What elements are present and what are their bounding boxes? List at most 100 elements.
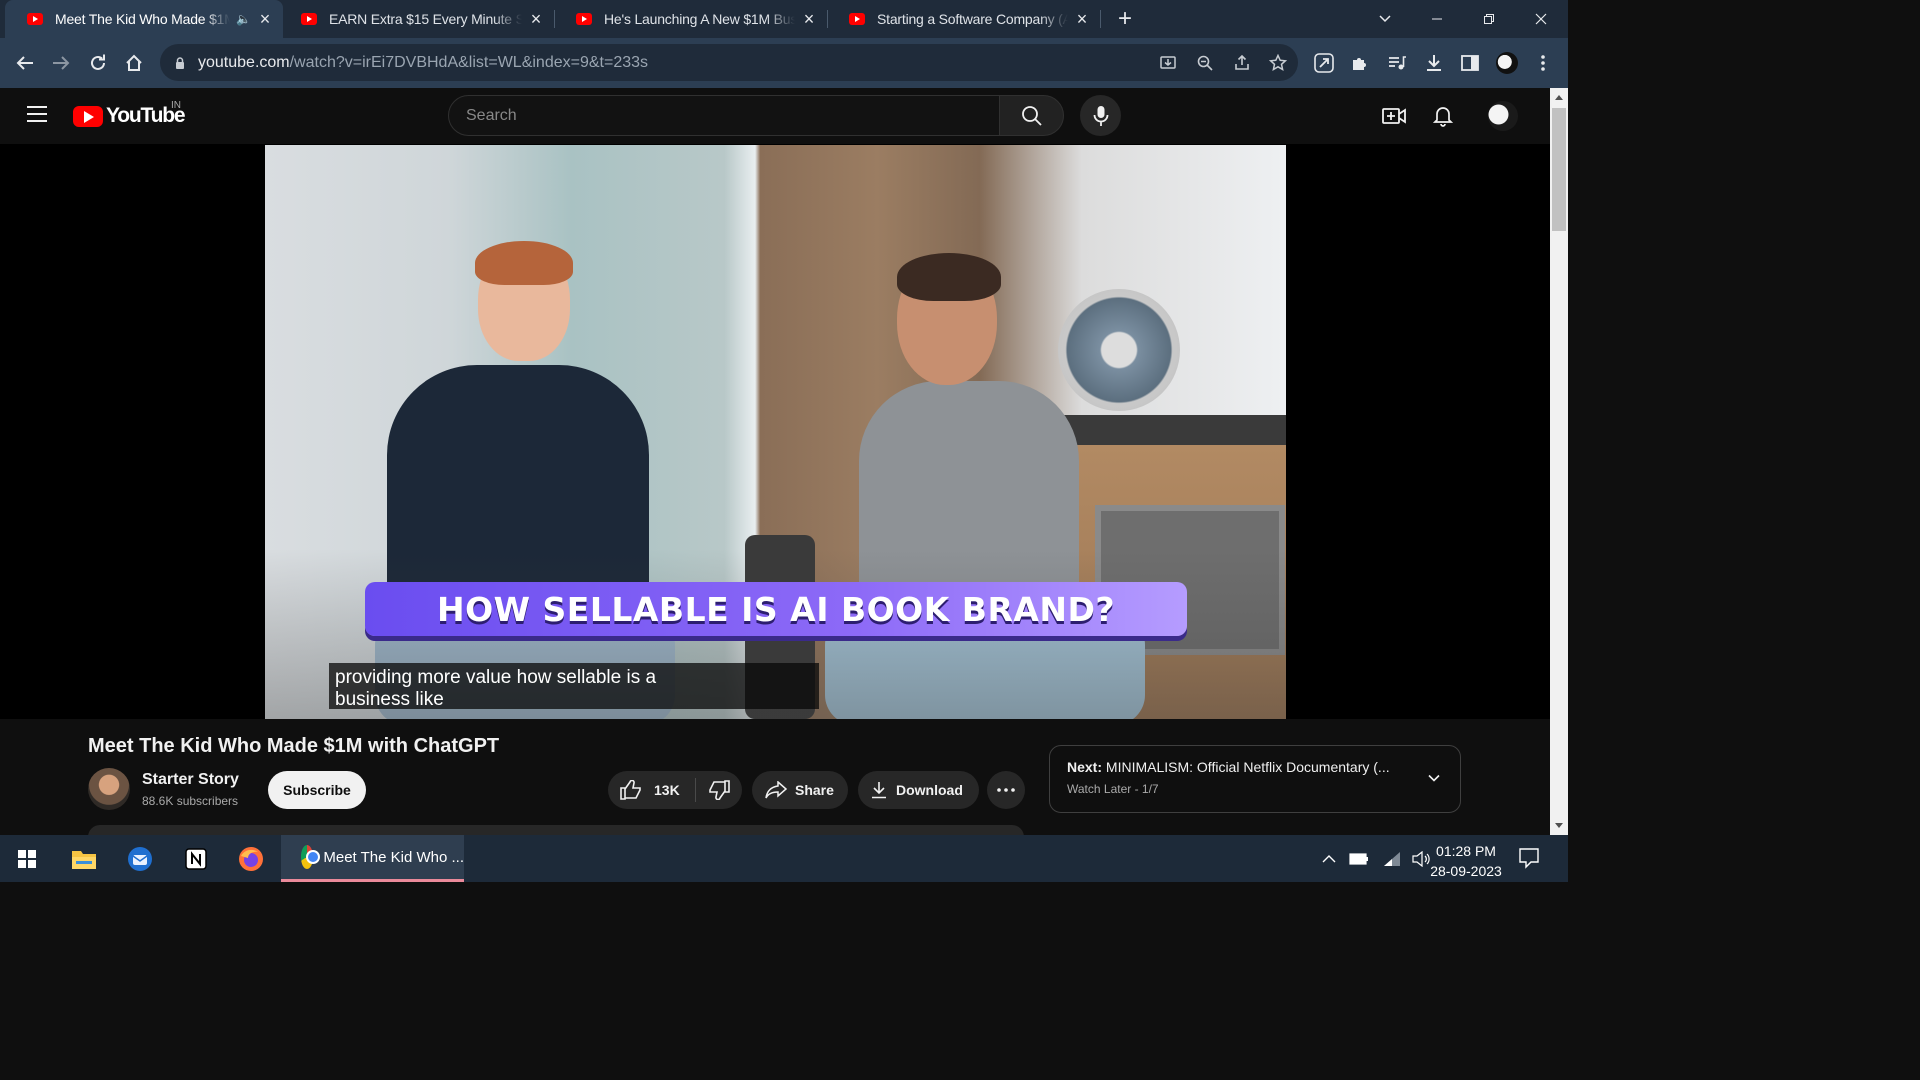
video-title: Meet The Kid Who Made $1M with ChatGPT [88,735,500,757]
browser-toolbar: youtube.com/watch?v=irEi7DVBHdA&list=WL&… [0,38,1568,88]
search-button[interactable] [999,95,1064,136]
media-control-icon[interactable] [1386,52,1408,74]
subscribe-button[interactable]: Subscribe [268,771,366,809]
share-button[interactable]: Share [752,771,848,809]
windows-taskbar: Meet The Kid Who ... 01:28 PM 28-09-2023 [0,835,1568,882]
like-button[interactable]: 13K [608,778,696,802]
url-text[interactable]: youtube.com/watch?v=irEi7DVBHdA&list=WL&… [198,54,648,72]
download-button[interactable]: Download [858,771,979,809]
tab[interactable]: He's Launching A New $1M Business × [554,0,827,38]
notification-icon[interactable] [1518,847,1540,874]
forward-icon[interactable] [45,38,77,88]
star-icon[interactable] [1268,53,1288,73]
country-code: IN [171,100,181,111]
share-icon [765,781,787,799]
mic-icon [1093,105,1108,126]
bell-icon[interactable] [1430,104,1456,128]
tab-search-chevron-icon[interactable] [1370,0,1400,38]
url-path: /watch?v=irEi7DVBHdA&list=WL&index=9&t=2… [289,53,649,71]
chevron-down-icon[interactable] [1428,772,1440,784]
reload-icon[interactable] [82,38,114,88]
audio-icon[interactable]: 🔈 [236,12,251,26]
scroll-up-arrow-icon[interactable] [1555,95,1563,100]
side-panel-icon[interactable] [1459,52,1481,74]
caption-line: business like [335,689,444,710]
address-bar[interactable]: youtube.com/watch?v=irEi7DVBHdA&list=WL&… [160,44,1298,81]
playlist-next-panel[interactable]: Next: MINIMALISM: Official Netflix Docum… [1049,745,1461,813]
install-icon[interactable] [1158,53,1178,73]
chevron-up-icon[interactable] [1322,854,1336,864]
windows-start-icon[interactable] [1,835,53,882]
share-label: Share [795,782,834,798]
puzzle-icon[interactable] [1349,52,1371,74]
like-icon [620,780,641,800]
new-tab-icon[interactable]: + [1110,0,1140,38]
page-scrollbar[interactable] [1550,88,1568,835]
next-video: Next: MINIMALISM: Official Netflix Docum… [1067,759,1460,775]
firefox-icon[interactable] [225,835,277,882]
close-icon[interactable]: × [801,9,817,30]
scroll-down-arrow-icon[interactable] [1555,823,1563,828]
video-title-banner: HOW SELLABLE IS AI BOOK BRAND? [365,582,1187,636]
video-scene-coffee-pods [1058,289,1180,411]
back-icon[interactable] [9,38,41,88]
dislike-button[interactable] [696,780,742,800]
account-avatar[interactable] [1488,101,1518,131]
wifi-icon[interactable] [1383,851,1401,867]
tab-title: EARN Extra $15 Every Minute SEL [329,11,522,27]
extension-icon[interactable] [1313,52,1335,74]
system-clock[interactable]: 01:28 PM 28-09-2023 [1426,841,1506,881]
url-host: youtube.com [198,53,290,71]
youtube-favicon [301,13,317,25]
youtube-favicon [27,13,43,25]
more-icon [997,788,1015,792]
file-explorer-icon[interactable] [58,835,110,882]
video-person-left-hair [475,241,573,285]
browser-menu-icon[interactable] [1532,52,1554,74]
tab-active[interactable]: Meet The Kid Who Made $1M with ChatGPT 🔈… [5,0,283,38]
zoom-icon[interactable] [1195,53,1215,73]
scrollbar-thumb[interactable] [1552,108,1566,231]
voice-search-button[interactable] [1080,95,1121,136]
channel-name[interactable]: Starter Story [142,771,239,789]
notion-icon[interactable] [170,835,222,882]
close-icon[interactable]: × [257,9,273,30]
create-icon[interactable] [1381,104,1407,128]
youtube-play-icon [73,105,103,127]
battery-icon[interactable] [1349,852,1369,866]
video-scene-counter [1055,415,1286,445]
subscriber-count: 88.6K subscribers [142,794,239,808]
download-icon[interactable] [1423,52,1445,74]
lock-icon[interactable] [174,56,186,69]
video-person-right-hair [897,253,1001,301]
next-prefix: Next: [1067,759,1103,775]
playlist-position: Watch Later - 1/7 [1067,782,1159,796]
video-player[interactable]: HOW SELLABLE IS AI BOOK BRAND? providing… [265,145,1286,719]
tab-strip: Meet The Kid Who Made $1M with ChatGPT 🔈… [0,0,1568,38]
close-icon[interactable]: × [1074,9,1090,30]
tab-title: He's Launching A New $1M Business [604,11,795,27]
more-actions-button[interactable] [987,771,1025,809]
restore-icon[interactable] [1474,0,1504,38]
tab[interactable]: EARN Extra $15 Every Minute SEL × [279,0,554,38]
thunderbird-icon[interactable] [114,835,166,882]
taskbar-window-title: Meet The Kid Who ... [323,848,464,866]
channel-avatar[interactable] [88,768,130,810]
youtube-logo[interactable]: YouTube IN [73,100,186,128]
youtube-header: YouTube IN Search [0,88,1550,144]
youtube-favicon [849,13,865,25]
minimize-icon[interactable] [1422,0,1452,38]
search-icon [1021,105,1042,126]
share-page-icon[interactable] [1232,53,1252,73]
search-input[interactable]: Search [448,95,1000,136]
window-close-icon[interactable] [1526,0,1556,38]
tab[interactable]: Starting a Software Company (A × [827,0,1100,38]
next-title: MINIMALISM: Official Netflix Documentary… [1105,759,1390,775]
video-captions: providing more value how sellable is a b… [329,663,819,710]
hamburger-icon[interactable] [26,104,48,124]
video-banner-text: HOW SELLABLE IS AI BOOK BRAND? [436,589,1116,629]
taskbar-chrome-window[interactable]: Meet The Kid Who ... [281,835,464,882]
close-icon[interactable]: × [528,9,544,30]
profile-avatar[interactable] [1496,52,1518,74]
home-icon[interactable] [118,38,150,88]
